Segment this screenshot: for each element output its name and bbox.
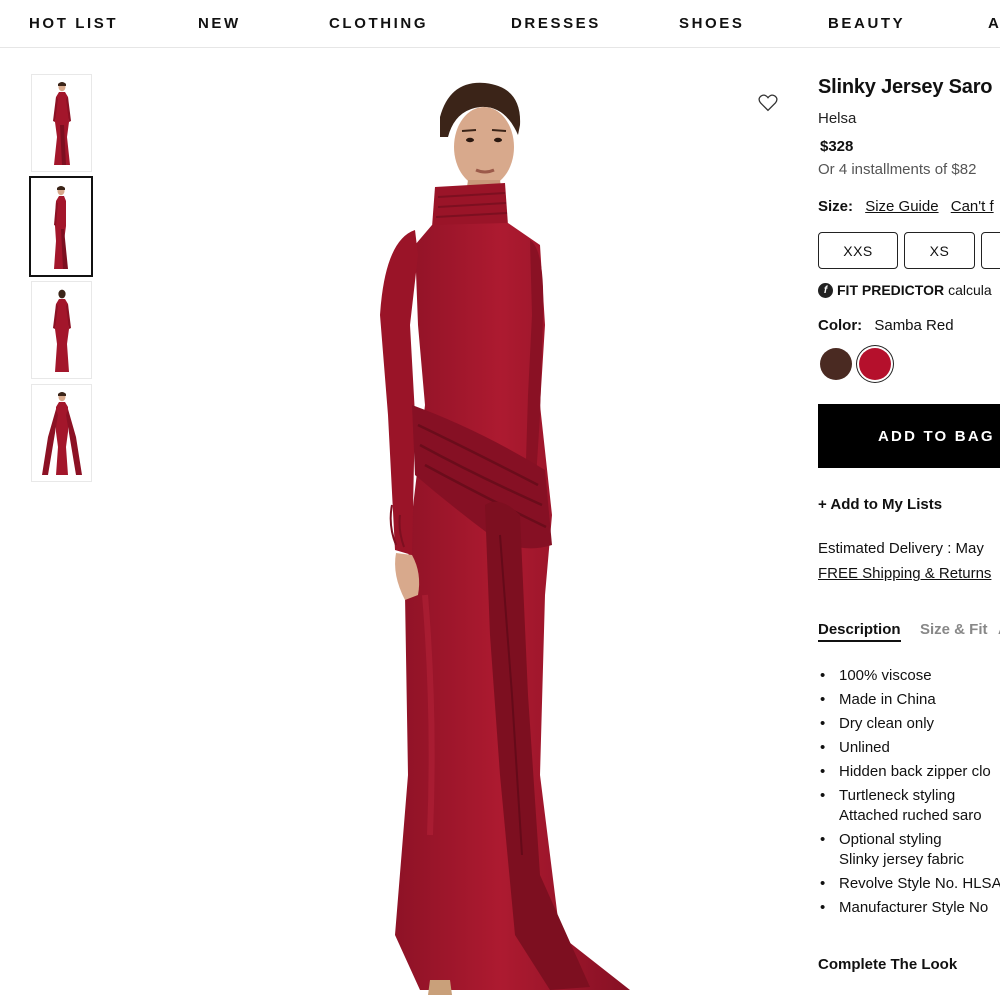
thumbnail-image (52, 82, 71, 165)
product-title: Slinky Jersey Saro (818, 76, 993, 98)
fit-predictor-label: FIT PREDICTOR (837, 282, 945, 298)
free-shipping-link[interactable]: FREE Shipping & Returns (818, 565, 991, 582)
list-item: 100% viscose (818, 666, 1000, 686)
nav-clothing[interactable]: CLOTHING (329, 15, 428, 32)
size-option-s[interactable] (981, 232, 1000, 269)
list-item: Made in China (818, 690, 1000, 710)
size-label: Size: (818, 198, 854, 215)
color-swatch-brown[interactable] (820, 348, 852, 380)
estimated-delivery: Estimated Delivery : May (818, 540, 984, 557)
product-details-panel: Slinky Jersey Saro Helsa $328 Or 4 insta… (818, 0, 1000, 1000)
list-item: Turtleneck styling Attached ruched saro (818, 786, 1000, 826)
size-option-xs[interactable]: XS (904, 232, 975, 269)
list-item-line: Turtleneck styling (839, 787, 956, 804)
brand-link[interactable]: Helsa (818, 110, 856, 127)
thumbnail-image (54, 185, 68, 269)
fit-predictor-icon: f (818, 282, 833, 298)
list-item: Hidden back zipper clo (818, 762, 1000, 782)
description-list: 100% viscose Made in China Dry clean onl… (818, 666, 1000, 922)
list-item-line: Slinky jersey fabric (839, 851, 965, 868)
thumbnail-image (41, 392, 82, 475)
thumbnail-front[interactable] (31, 74, 92, 172)
thumbnail-back[interactable] (31, 281, 92, 379)
price: $328 (820, 138, 854, 155)
fit-predictor[interactable]: f FIT PREDICTOR calcula (818, 282, 992, 298)
thumbnail-image (52, 289, 71, 372)
nav-hot-list[interactable]: HOT LIST (29, 15, 118, 32)
fit-predictor-text: calcula (948, 282, 992, 298)
size-row: Size: Size Guide Can't f (818, 198, 994, 215)
nav-dresses[interactable]: DRESSES (511, 15, 601, 32)
installments-text: Or 4 installments of $82 (818, 161, 977, 178)
color-swatch-samba-red[interactable] (859, 348, 891, 380)
nav-shoes[interactable]: SHOES (679, 15, 745, 32)
add-to-lists-link[interactable]: + Add to My Lists (818, 496, 942, 513)
color-row: Color: Samba Red (818, 317, 954, 334)
complete-the-look-heading: Complete The Look (818, 956, 958, 973)
color-value: Samba Red (874, 317, 954, 334)
list-item: Manufacturer Style No (818, 898, 1000, 918)
cant-find-size-link[interactable]: Can't f (951, 198, 994, 215)
heart-icon[interactable] (758, 94, 778, 112)
size-option-xxs[interactable]: XXS (818, 232, 898, 269)
main-product-image (300, 75, 720, 1000)
list-item: Revolve Style No. HLSA (818, 874, 1000, 894)
list-item: Optional styling Slinky jersey fabric (818, 830, 1000, 870)
color-label: Color: (818, 317, 863, 334)
nav-new[interactable]: NEW (198, 15, 241, 32)
thumbnail-side[interactable] (29, 176, 93, 277)
tab-size-fit[interactable]: Size & Fit (920, 621, 988, 638)
list-item-line: Optional styling (839, 831, 942, 848)
add-to-bag-button[interactable]: ADD TO BAG (818, 404, 1000, 468)
list-item: Dry clean only (818, 714, 1000, 734)
list-item: Unlined (818, 738, 1000, 758)
thumbnail-styled[interactable] (31, 384, 92, 482)
size-guide-link[interactable]: Size Guide (865, 198, 938, 215)
list-item-line: Attached ruched saro (839, 807, 982, 824)
tab-description[interactable]: Description (818, 621, 901, 642)
